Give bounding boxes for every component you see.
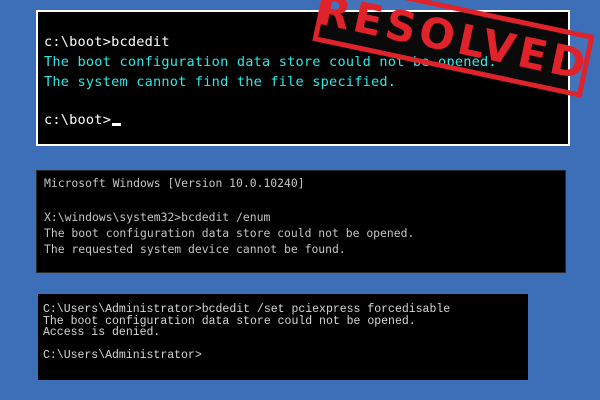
console-line-prompt: c:\boot> xyxy=(44,110,568,130)
console-line-error: The requested system device cannot be fo… xyxy=(44,242,346,256)
console-window-bottom[interactable]: C:\Users\Administrator>bcdedit /set pcie… xyxy=(38,294,528,380)
console-line-version: Microsoft Windows [Version 10.0.10240] xyxy=(44,176,305,190)
console-line-error: Access is denied. xyxy=(43,326,161,339)
console-line-error: The boot configuration data store could … xyxy=(44,226,415,240)
console-prompt-text: c:\boot> xyxy=(44,112,112,128)
console-window-middle[interactable]: Microsoft Windows [Version 10.0.10240] X… xyxy=(36,170,566,273)
console-line-command: C:\Users\Administrator>bcdedit /set pcie… xyxy=(43,303,451,316)
console-line-prompt: C:\Users\Administrator> xyxy=(43,348,202,362)
console-line-command: X:\windows\system32>bcdedit /enum xyxy=(44,210,271,224)
text-cursor-icon xyxy=(112,123,122,126)
